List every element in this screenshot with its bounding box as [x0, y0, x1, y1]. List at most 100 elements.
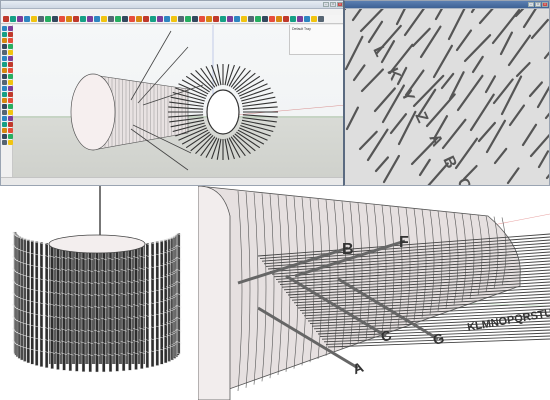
side-tool-icon[interactable] — [2, 74, 7, 79]
side-tool-icon[interactable] — [2, 134, 7, 139]
side-tool-icon[interactable] — [2, 44, 7, 49]
cylinder-end-face — [70, 73, 116, 151]
main-toolbar — [1, 15, 344, 24]
toolbar-tool-icon[interactable] — [136, 16, 142, 22]
heat-fin — [108, 245, 113, 372]
toolbar-tool-icon[interactable] — [311, 16, 317, 22]
close-button-secondary[interactable]: × — [542, 2, 548, 7]
toolbar-tool-icon[interactable] — [17, 16, 23, 22]
side-tool-icon[interactable] — [2, 68, 7, 73]
side-tool-icon[interactable] — [2, 26, 7, 31]
cylinder-letter-closeup: BFACG KLMNOPQRSTU — [198, 186, 550, 400]
maximize-button[interactable]: □ — [330, 2, 336, 7]
toolbar-tool-icon[interactable] — [318, 16, 324, 22]
toolbar-tool-icon[interactable] — [171, 16, 177, 22]
toolbar-tool-icon[interactable] — [164, 16, 170, 22]
toolbar-tool-icon[interactable] — [185, 16, 191, 22]
cylinder-closeup-render: B FAC G KLMNOPQRSTU — [198, 186, 550, 400]
side-tool-icon[interactable] — [2, 86, 7, 91]
toolbar-tool-icon[interactable] — [94, 16, 100, 22]
toolbar-tool-icon[interactable] — [213, 16, 219, 22]
toolbar-tool-icon[interactable] — [150, 16, 156, 22]
finned-cylinder-render — [11, 186, 182, 373]
toolbar-tool-icon[interactable] — [101, 16, 107, 22]
toolbar-tool-icon[interactable] — [255, 16, 261, 22]
maximize-button-secondary[interactable]: □ — [535, 2, 541, 7]
toolbar-tool-icon[interactable] — [115, 16, 121, 22]
side-tool-icon[interactable] — [2, 80, 7, 85]
toolbar-tool-icon[interactable] — [248, 16, 254, 22]
toolbar-tool-icon[interactable] — [157, 16, 163, 22]
toolbar-tool-icon[interactable] — [269, 16, 275, 22]
side-tool-icon[interactable] — [2, 38, 7, 43]
radial-fin — [242, 114, 278, 118]
toolbar-tool-icon[interactable] — [66, 16, 72, 22]
toolbar-tool-icon[interactable] — [283, 16, 289, 22]
title-bar: – □ × — [1, 1, 344, 9]
side-tool-icon[interactable] — [2, 98, 7, 103]
toolbar-tool-icon[interactable] — [290, 16, 296, 22]
toolbar-tool-icon[interactable] — [304, 16, 310, 22]
minimize-button-secondary[interactable]: – — [528, 2, 534, 7]
side-tool-icon[interactable] — [2, 110, 7, 115]
cylinder-top-face — [48, 234, 146, 254]
toolbar-tool-icon[interactable] — [297, 16, 303, 22]
closeup-viewport[interactable]: LKYZABC — [345, 9, 549, 185]
toolbar-tool-icon[interactable] — [73, 16, 79, 22]
toolbar-tool-icon[interactable] — [108, 16, 114, 22]
left-toolbar — [1, 25, 13, 177]
heat-fin — [140, 243, 144, 369]
side-tool-icon[interactable] — [2, 116, 7, 121]
side-tool-icon[interactable] — [2, 32, 7, 37]
toolbar-tool-icon[interactable] — [129, 16, 135, 22]
side-tool-icon[interactable] — [2, 92, 7, 97]
toolbar-tool-icon[interactable] — [192, 16, 198, 22]
side-tool-icon[interactable] — [2, 56, 7, 61]
side-tool-icon[interactable] — [2, 122, 7, 127]
heat-fin — [177, 232, 181, 354]
toolbar-tool-icon[interactable] — [87, 16, 93, 22]
toolbar-tool-icon[interactable] — [45, 16, 51, 22]
heat-fin — [62, 244, 66, 371]
side-tool-icon[interactable] — [2, 140, 7, 145]
heat-fin — [68, 245, 73, 372]
toolbar-tool-icon[interactable] — [234, 16, 240, 22]
heatsink-front-render — [0, 186, 198, 400]
toolbar-tool-icon[interactable] — [220, 16, 226, 22]
toolbar-tool-icon[interactable] — [122, 16, 128, 22]
side-tool-icon[interactable] — [2, 50, 7, 55]
pin-letter-a: A — [351, 359, 366, 377]
default-tray[interactable]: Default Tray — [289, 25, 344, 55]
toolbar-tool-icon[interactable] — [31, 16, 37, 22]
toolbar-tool-icon[interactable] — [262, 16, 268, 22]
side-tool-icon[interactable] — [2, 62, 7, 67]
heat-fin — [160, 240, 164, 365]
toolbar-tool-icon[interactable] — [143, 16, 149, 22]
toolbar-tool-icon[interactable] — [52, 16, 58, 22]
toolbar-tool-icon[interactable] — [206, 16, 212, 22]
status-bar — [1, 177, 344, 185]
toolbar-tool-icon[interactable] — [3, 16, 9, 22]
toolbar-tool-icon[interactable] — [10, 16, 16, 22]
toolbar-tool-icon[interactable] — [199, 16, 205, 22]
heat-fin — [34, 241, 39, 366]
heat-fin — [75, 245, 79, 372]
side-tool-icon[interactable] — [2, 104, 7, 109]
toolbar-tool-icon[interactable] — [178, 16, 184, 22]
heatsink-core-hole — [206, 89, 240, 135]
heat-fin — [56, 244, 60, 370]
heat-fin — [95, 245, 99, 373]
heat-fin — [44, 242, 49, 368]
tray-title: Default Tray — [292, 27, 311, 31]
toolbar-tool-icon[interactable] — [38, 16, 44, 22]
toolbar-tool-icon[interactable] — [59, 16, 65, 22]
pin-letter-g: G — [431, 329, 447, 348]
toolbar-tool-icon[interactable] — [227, 16, 233, 22]
side-tool-icon[interactable] — [2, 128, 7, 133]
toolbar-tool-icon[interactable] — [24, 16, 30, 22]
toolbar-tool-icon[interactable] — [276, 16, 282, 22]
minimize-button[interactable]: – — [323, 2, 329, 7]
toolbar-tool-icon[interactable] — [241, 16, 247, 22]
toolbar-tool-icon[interactable] — [80, 16, 86, 22]
cylinder-end-cap — [198, 186, 231, 400]
